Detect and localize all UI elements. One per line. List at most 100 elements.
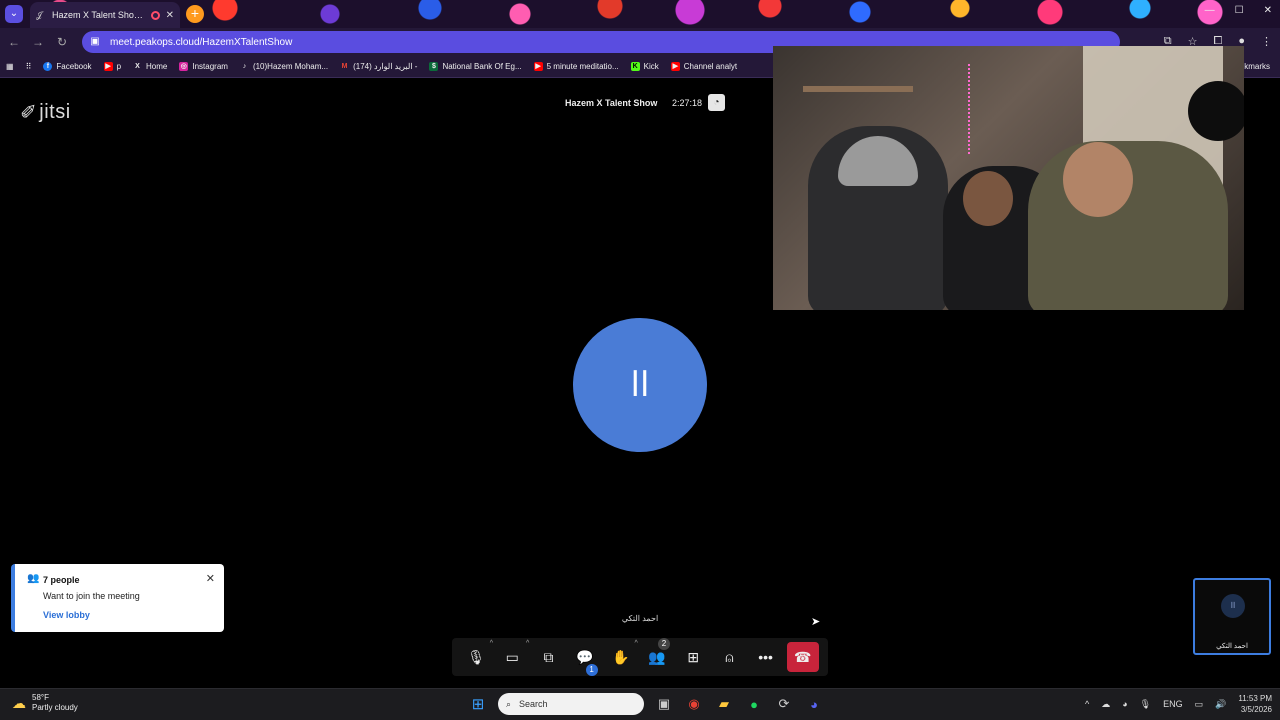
youtube-icon: ▶ xyxy=(103,62,113,71)
local-video-thumbnail[interactable]: اا احمد التكي xyxy=(1193,578,1271,655)
weather-widget[interactable]: ☁ 58°F Partly cloudy xyxy=(12,693,78,713)
recording-indicator-icon xyxy=(150,10,160,20)
volume-icon[interactable]: 🔊 xyxy=(1215,699,1226,710)
leave-meeting-button[interactable]: ☎ xyxy=(786,642,819,672)
bookmark-channel-analytics[interactable]: ▶ Channel analyt xyxy=(670,62,738,71)
bookmark-label: Facebook xyxy=(56,62,92,71)
apps-icon[interactable]: ⠿ xyxy=(26,62,32,71)
view-lobby-link[interactable]: View lobby xyxy=(43,610,90,620)
mic-tray-icon[interactable]: 🎙 xyxy=(1140,699,1151,710)
jitsi-favicon-icon: 𝒥 xyxy=(36,10,43,20)
kick-icon: K xyxy=(630,62,640,71)
system-clock[interactable]: 11:53 PM 3/5/2026 xyxy=(1238,693,1272,715)
camera-button[interactable]: ▭ ^ xyxy=(497,640,530,672)
bookmark-kick[interactable]: K Kick xyxy=(630,62,659,71)
lobby-message: Want to join the meeting xyxy=(43,591,140,601)
dominant-speaker-name: احمد التكي xyxy=(621,614,659,623)
video-person-right-head xyxy=(1063,142,1133,217)
forward-icon[interactable]: → xyxy=(28,35,48,49)
microphone-button[interactable]: 🎙 ^ xyxy=(461,640,493,672)
more-icon: ••• xyxy=(758,649,773,665)
invite-button[interactable]: ⍝ xyxy=(714,642,744,672)
video-string-lights xyxy=(968,64,978,154)
tab-groups-icon[interactable]: ▦ xyxy=(6,62,14,71)
all-bookmarks-label[interactable]: kmarks xyxy=(1244,62,1270,71)
start-button[interactable]: ⊞ xyxy=(468,693,488,715)
participants-badge: 2 xyxy=(658,638,671,650)
site-info-icon[interactable]: ▣ xyxy=(88,35,102,49)
tile-view-icon: ⊞ xyxy=(687,648,700,665)
bookmark-facebook[interactable]: f Facebook xyxy=(43,62,92,71)
chat-button[interactable]: 💬 1 xyxy=(570,642,600,676)
bookmark-nbe[interactable]: $ National Bank Of Eg... xyxy=(429,62,522,71)
chevron-up-icon[interactable]: ^ xyxy=(490,640,493,647)
task-view-icon[interactable]: ▣ xyxy=(654,693,674,715)
chevron-up-icon[interactable]: ^ xyxy=(526,640,529,647)
clock-time: 11:53 PM xyxy=(1238,694,1272,703)
meeting-stage: ✐ jitsi Hazem X Talent Show 2:27:18 ◔ اا… xyxy=(0,46,1280,688)
bookmark-meditation[interactable]: ▶ 5 minute meditatio... xyxy=(533,62,619,71)
close-tab-icon[interactable]: ✕ xyxy=(166,10,174,21)
microphone-icon: 🎙 xyxy=(467,648,485,665)
close-notification-icon[interactable]: ✕ xyxy=(206,572,215,585)
tiktok-icon: ♪ xyxy=(242,63,247,70)
hangup-icon: ☎ xyxy=(794,648,812,665)
bookmark-label: 5 minute meditatio... xyxy=(546,62,619,71)
chevron-up-icon[interactable]: ^ xyxy=(1085,699,1089,709)
maximize-icon[interactable]: ☐ xyxy=(1235,5,1244,16)
discord-icon[interactable]: ◕ xyxy=(804,693,824,715)
chevron-up-icon[interactable]: ^ xyxy=(635,640,638,647)
bookmark-label: Instagram xyxy=(192,62,228,71)
mouse-cursor-icon: ➤ xyxy=(811,616,821,628)
network-icon[interactable]: ▭ xyxy=(1195,699,1204,710)
tab-title: Hazem X Talent Show | Jitsi xyxy=(52,10,145,20)
active-tab[interactable]: 𝒥 Hazem X Talent Show | Jitsi ✕ xyxy=(30,2,180,28)
hand-icon: ✋ xyxy=(612,648,630,665)
menu-icon[interactable]: ⋮ xyxy=(1261,35,1272,48)
tab-search-button[interactable]: ⌄ xyxy=(5,5,23,23)
bookmark-label: (174) البريد الوارد - xyxy=(353,62,418,71)
discord-tray-icon[interactable]: ◕ xyxy=(1122,699,1127,709)
tile-view-button[interactable]: ⊞ xyxy=(678,642,708,672)
bookmark-label: Channel analyt xyxy=(683,62,738,71)
onedrive-icon[interactable]: ☁ xyxy=(1101,699,1110,710)
spotify-icon[interactable]: ● xyxy=(744,693,764,715)
search-placeholder: Search xyxy=(519,699,548,709)
chrome-icon[interactable]: ◉ xyxy=(684,693,704,715)
reload-icon[interactable]: ↻ xyxy=(52,35,72,49)
bookmark-p[interactable]: ▶ p xyxy=(103,62,122,71)
weather-temp: 58°F xyxy=(32,693,49,702)
bookmark-gmail[interactable]: M (174) البريد الوارد - xyxy=(340,62,418,71)
taskbar-search[interactable]: ⌕ Search xyxy=(498,693,644,715)
file-explorer-icon[interactable]: ▰ xyxy=(714,693,734,715)
app-icon[interactable]: ⟳ xyxy=(774,693,794,715)
window-controls: — ☐ ✕ xyxy=(1205,5,1272,16)
picture-in-picture-video[interactable] xyxy=(773,46,1244,310)
bookmark-tiktok[interactable]: ♪ (10)Hazem Moham... xyxy=(240,62,328,71)
more-actions-button[interactable]: ••• xyxy=(751,642,781,672)
search-icon: ⌕ xyxy=(506,698,512,709)
lobby-notification: 👥 7 people Want to join the meeting View… xyxy=(11,564,224,632)
jitsi-logo-icon: ✐ xyxy=(20,102,38,124)
self-avatar: اا xyxy=(1221,594,1245,618)
youtube-icon: ▶ xyxy=(670,62,680,71)
new-tab-button[interactable]: + xyxy=(186,5,204,23)
jitsi-logo-text: jitsi xyxy=(39,101,71,123)
language-indicator[interactable]: ENG xyxy=(1163,699,1183,709)
taskbar-apps: ⊞ ⌕ Search ▣ ◉ ▰ ● ⟳ ◕ xyxy=(468,693,824,715)
bookmark-instagram[interactable]: ◎ Instagram xyxy=(179,62,228,71)
bookmark-home[interactable]: X Home xyxy=(133,62,167,71)
jitsi-logo[interactable]: ✐ jitsi xyxy=(20,100,71,125)
bookmark-label: p xyxy=(116,62,122,71)
back-icon[interactable]: ← xyxy=(4,35,24,49)
raise-hand-button[interactable]: ✋ ^ xyxy=(606,640,638,672)
close-window-icon[interactable]: ✕ xyxy=(1264,5,1272,16)
minimize-icon[interactable]: — xyxy=(1205,5,1215,16)
meeting-toolbar: 🎙 ^ ▭ ^ ⧉ 💬 1 ✋ ^ 👥 2 ⊞ ⍝ ••• ☎ xyxy=(452,638,828,676)
participants-button[interactable]: 👥 2 xyxy=(642,638,672,672)
video-person-middle-head xyxy=(963,171,1013,226)
meeting-duration: 2:27:18 xyxy=(672,98,703,108)
connection-quality-icon[interactable]: ◔ xyxy=(708,94,725,111)
clock-date: 3/5/2026 xyxy=(1240,705,1272,714)
screen-share-button[interactable]: ⧉ xyxy=(533,642,563,672)
